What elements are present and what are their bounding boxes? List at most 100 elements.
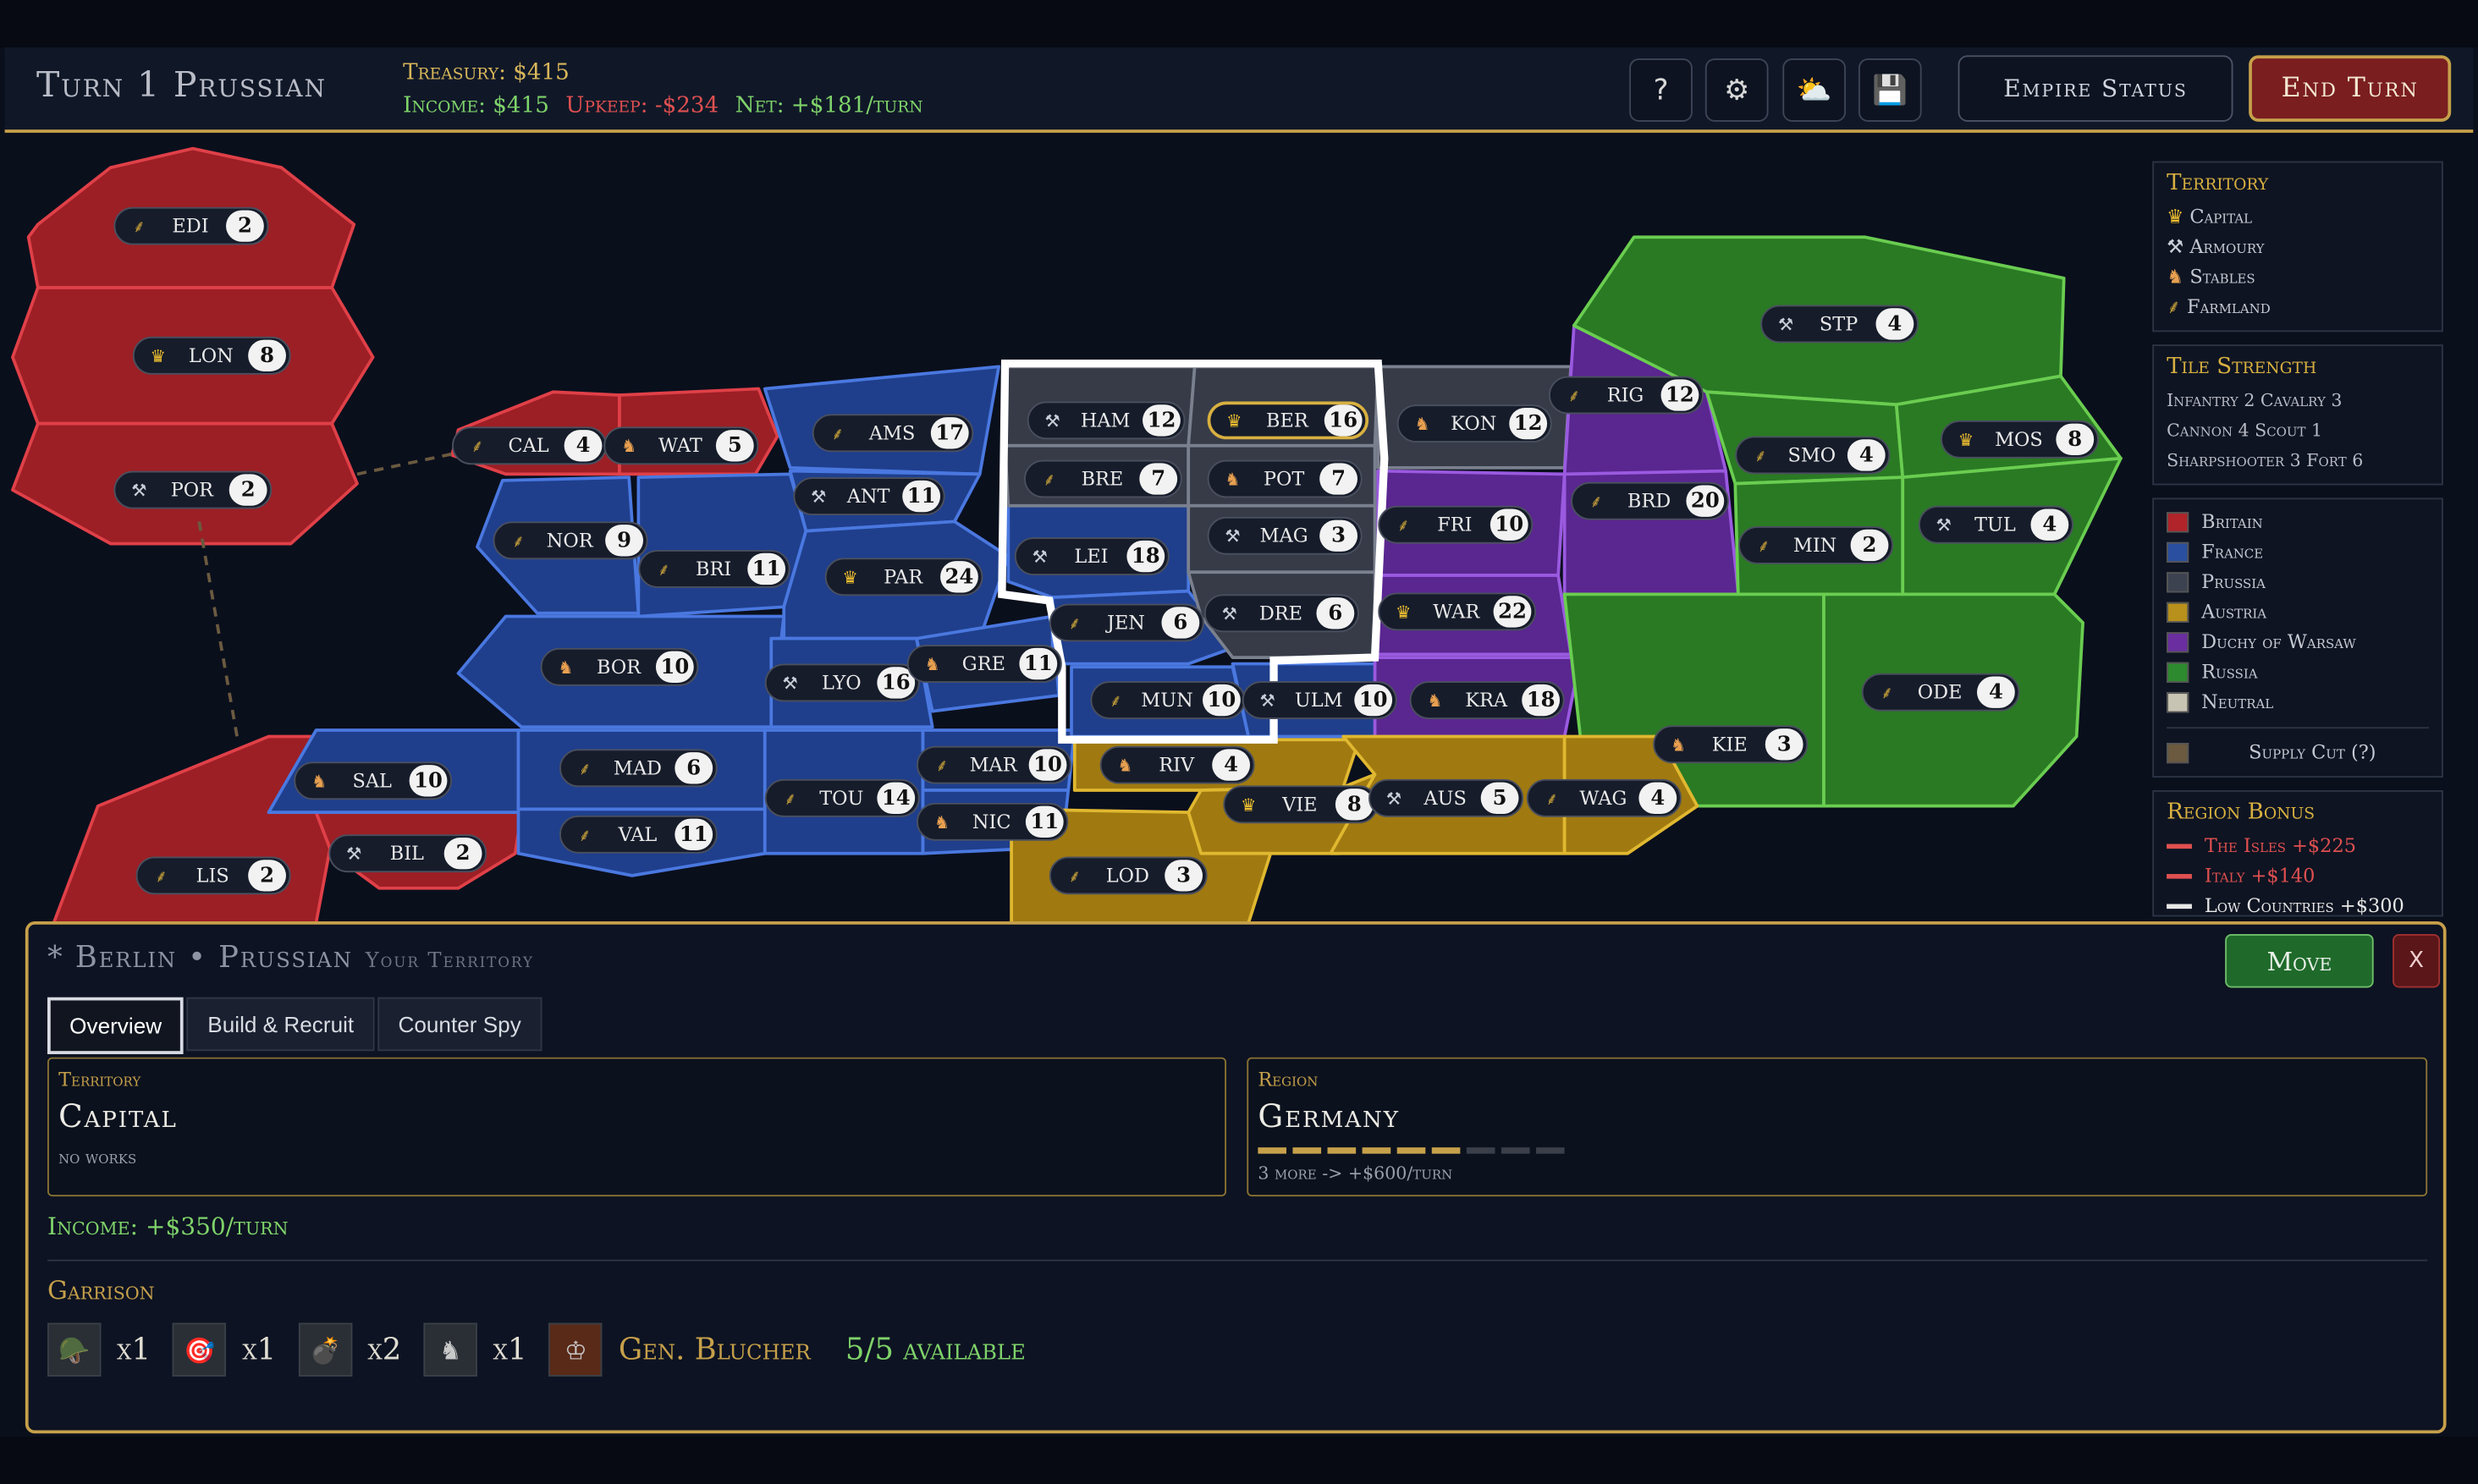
sharpshooter-icon[interactable]: 🎯 [173, 1322, 227, 1377]
tab-counter-spy[interactable]: Counter Spy [377, 997, 542, 1052]
territory-token-edi[interactable]: ⸙ EDI 2 [113, 206, 269, 245]
territory-token-mad[interactable]: ⸙ MAD 6 [559, 749, 718, 788]
general-portrait-icon[interactable]: ♔ [548, 1322, 603, 1377]
help-button[interactable]: ? [1629, 58, 1693, 122]
territory-token-lis[interactable]: ⸙ LIS 2 [135, 856, 291, 895]
territory-token-rig[interactable]: ⸙ RIG 12 [1548, 376, 1704, 415]
territory-token-ulm[interactable]: ⚒ ULM 10 [1242, 681, 1397, 719]
territory-token-por[interactable]: ⚒ POR 2 [113, 470, 273, 509]
tab-build-recruit[interactable]: Build & Recruit [187, 997, 375, 1052]
infantry-icon[interactable]: 🪖 [47, 1322, 102, 1377]
territory-token-kie[interactable]: ♞ KIE 3 [1653, 725, 1809, 764]
territory-token-fri[interactable]: ⸙ FRI 10 [1378, 505, 1534, 544]
territory-token-vie[interactable]: ♛ VIE 8 [1223, 785, 1379, 824]
territory-token-wat[interactable]: ♞ WAT 5 [603, 426, 759, 465]
territory-token-lei[interactable]: ⚒ LEI 18 [1014, 537, 1170, 575]
settings-button[interactable]: ⚙ [1704, 58, 1769, 122]
legend-stables: ♞ Stables [2167, 262, 2305, 292]
territory-token-smo[interactable]: ⸙ SMO 4 [1735, 436, 1891, 475]
territory-token-mag[interactable]: ⚒ MAG 3 [1207, 516, 1363, 555]
territory-token-val[interactable]: ⸙ VAL 11 [559, 815, 718, 854]
farmland-icon: ⸙ [1880, 682, 1894, 703]
territory-token-riv[interactable]: ♞ RIV 4 [1099, 745, 1255, 784]
territory-strength: 2 [226, 210, 264, 242]
farmland-icon: ⸙ [830, 422, 845, 443]
region-bonus-row: Low Countries +$300 [2167, 892, 2429, 915]
nation-swatch [2167, 572, 2189, 593]
territory-token-lyo[interactable]: ⚒ LYO 16 [764, 663, 920, 702]
territory-token-kon[interactable]: ♞ KON 12 [1396, 404, 1552, 443]
territory-token-gre[interactable]: ♞ GRE 11 [906, 645, 1062, 683]
territory-token-min[interactable]: ⸙ MIN 2 [1738, 526, 1894, 564]
territory-token-bor[interactable]: ♞ BOR 10 [540, 647, 699, 686]
territory-token-war[interactable]: ♛ WAR 22 [1378, 592, 1537, 631]
territory-token-kra[interactable]: ♞ KRA 18 [1409, 681, 1565, 719]
territory-token-bil[interactable]: ⚒ BIL 2 [328, 834, 487, 873]
legend-farmland: ⸙ Farmland [2167, 293, 2305, 322]
save-button[interactable]: 💾 [1858, 58, 1922, 122]
tab-overview[interactable]: Overview [47, 997, 184, 1054]
territory-token-cal[interactable]: ⸙ CAL 4 [452, 426, 608, 465]
territory-token-sal[interactable]: ♞ SAL 10 [294, 761, 453, 800]
territory-strength: 4 [1638, 782, 1677, 815]
territory-name: TOU [819, 787, 864, 810]
map-legend: Territory ♛ Capital ⚒ Armoury ♞ Stables … [2152, 161, 2443, 930]
empire-status-button[interactable]: Empire Status [1958, 55, 2233, 122]
upkeep-readout: Upkeep: -$234 [565, 93, 719, 119]
region-bonus-swatch [2167, 874, 2192, 879]
territory-token-ber[interactable]: ♛ BER 16 [1207, 401, 1369, 440]
territory-token-brd[interactable]: ⸙ BRD 20 [1571, 481, 1729, 520]
cavalry-icon[interactable]: ♞ [423, 1322, 477, 1377]
territory-strength: 10 [1354, 684, 1393, 717]
end-turn-button[interactable]: End Turn [2249, 55, 2452, 122]
territory-token-ham[interactable]: ⚒ HAM 12 [1027, 401, 1186, 440]
territory-name: SAL [352, 769, 392, 792]
territory-token-bre[interactable]: ⸙ BRE 7 [1024, 459, 1182, 498]
territory-token-ams[interactable]: ⸙ AMS 17 [812, 414, 974, 453]
top-header: Turn 1 Prussian Treasury: $415 Income: $… [4, 47, 2474, 133]
region-bonus-note: 3 more -> +$600/turn [1258, 1162, 1453, 1184]
territory-strength: 12 [1660, 379, 1699, 411]
weather-button[interactable]: ⛅ [1782, 58, 1847, 122]
territory-token-tou[interactable]: ⸙ TOU 14 [764, 778, 920, 817]
territory-token-pot[interactable]: ♞ POT 7 [1207, 459, 1363, 498]
territory-strength: 12 [1143, 404, 1181, 437]
territory-token-jen[interactable]: ⸙ JEN 6 [1049, 603, 1204, 642]
legend-supply-cut[interactable]: Supply Cut (?) [2167, 738, 2429, 767]
territory-token-stp[interactable]: ⚒ STP 4 [1760, 305, 1919, 344]
gear-icon: ⚙ [1724, 73, 1750, 107]
territory-token-dre[interactable]: ⚒ DRE 6 [1203, 594, 1359, 633]
territory-token-par[interactable]: ♛ PAR 24 [824, 558, 983, 596]
panel-subtitle: Your Territory [365, 949, 534, 974]
territory-strength: 10 [655, 651, 694, 683]
cannon-icon[interactable]: 💣 [298, 1322, 352, 1377]
territory-name: ULM [1294, 689, 1343, 712]
territory-token-nor[interactable]: ⸙ NOR 9 [493, 521, 648, 560]
game-screen: Turn 1 Prussian Treasury: $415 Income: $… [0, 0, 2478, 1484]
territory-name: WAR [1433, 600, 1480, 623]
nation-swatch [2167, 692, 2189, 713]
territory-token-lon[interactable]: ♛ LON 8 [132, 336, 291, 375]
stables-icon: ♞ [2167, 265, 2184, 288]
territory-token-aus[interactable]: ⚒ AUS 5 [1368, 778, 1524, 817]
region-bonus-label: Italy +$140 [2204, 864, 2316, 887]
territory-token-bri[interactable]: ⸙ BRI 11 [638, 550, 790, 588]
close-panel-button[interactable]: X [2393, 933, 2441, 988]
territory-token-ode[interactable]: ⸙ ODE 4 [1861, 673, 2020, 712]
territory-name: NIC [972, 811, 1011, 833]
territory-token-tul[interactable]: ⚒ TUL 4 [1918, 505, 2073, 544]
territory-token-lod[interactable]: ⸙ LOD 3 [1049, 856, 1208, 895]
territory-strength: 14 [877, 782, 916, 815]
move-button[interactable]: Move [2225, 933, 2374, 988]
territory-token-nic[interactable]: ♞ NIC 11 [917, 802, 1069, 841]
territory-token-mar[interactable]: ⸙ MAR 10 [917, 745, 1072, 784]
territory-token-wag[interactable]: ⸙ WAG 4 [1526, 778, 1682, 817]
region-progress-segment [1466, 1147, 1495, 1154]
territory-name: WAT [658, 434, 702, 457]
panel-title-text: * Berlin • Prussian [47, 940, 353, 976]
territory-token-mos[interactable]: ♛ MOS 8 [1941, 420, 2099, 459]
territory-token-ant[interactable]: ⚒ ANT 11 [793, 477, 945, 515]
world-map[interactable]: ⸙ EDI 2 ♛ LON 8 ⚒ POR 2 ⸙ CAL 4 ♞ WAT 5 ⸙ AMS 17 ⚒ ANT 11 ⸙ NO… [0, 133, 2150, 931]
territory-name: WAG [1579, 787, 1627, 810]
territory-token-mun[interactable]: ⸙ MUN 10 [1090, 681, 1246, 719]
